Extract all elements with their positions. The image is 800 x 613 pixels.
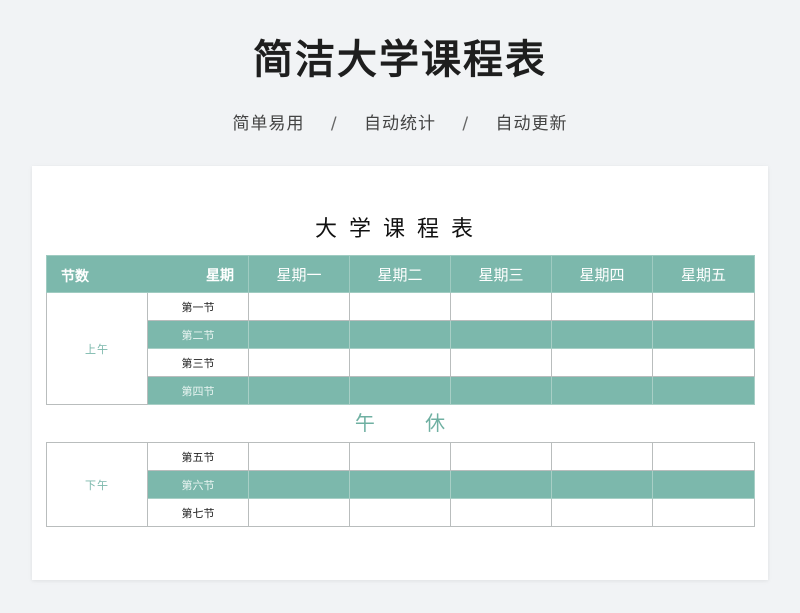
course-cell[interactable] <box>248 442 350 471</box>
course-cell[interactable] <box>551 376 653 405</box>
noon-break-char: 午 <box>354 411 375 435</box>
noon-break: 午 休 <box>32 410 768 436</box>
course-cell[interactable] <box>652 348 755 377</box>
noon-break-char: 休 <box>425 411 446 435</box>
period-label: 第二节 <box>147 320 249 349</box>
tag-separator: / <box>330 114 338 134</box>
course-cell[interactable] <box>349 292 451 321</box>
schedule-card: 大学课程表 节数 星期 星期一 星期二 星期三 星期四 星期五 上午 第一节 第… <box>32 166 768 580</box>
course-cell[interactable] <box>248 498 350 527</box>
course-cell[interactable] <box>652 470 755 499</box>
period-label: 第一节 <box>147 292 249 321</box>
corner-period-label: 节数 <box>61 269 89 285</box>
table-row: 第三节 <box>47 348 755 377</box>
morning-table: 节数 星期 星期一 星期二 星期三 星期四 星期五 上午 第一节 第二节 第三节… <box>46 255 755 405</box>
tag-easy: 简单易用 <box>232 114 305 134</box>
page-title: 简洁大学课程表 <box>253 37 547 83</box>
header-row: 节数 星期 星期一 星期二 星期三 星期四 星期五 <box>46 255 755 293</box>
corner-weekday-label: 星期 <box>206 268 234 284</box>
session-morning: 上午 <box>46 292 148 405</box>
course-cell[interactable] <box>652 498 755 527</box>
tag-auto-update: 自动更新 <box>495 114 568 134</box>
course-cell[interactable] <box>349 498 451 527</box>
course-cell[interactable] <box>450 470 552 499</box>
course-cell[interactable] <box>349 348 451 377</box>
table-row: 第六节 <box>47 470 755 499</box>
course-cell[interactable] <box>248 376 350 405</box>
table-row: 第二节 <box>47 320 755 349</box>
course-cell[interactable] <box>450 376 552 405</box>
period-label: 第三节 <box>147 348 249 377</box>
course-cell[interactable] <box>450 292 552 321</box>
day-header-fri: 星期五 <box>652 255 755 293</box>
table-row: 第四节 <box>47 376 755 405</box>
course-cell[interactable] <box>248 470 350 499</box>
period-label: 第五节 <box>147 442 249 471</box>
feature-tags: 简单易用 / 自动统计 / 自动更新 <box>0 112 800 136</box>
table-row: 第七节 <box>47 498 755 527</box>
course-cell[interactable] <box>248 320 350 349</box>
course-cell[interactable] <box>551 292 653 321</box>
course-cell[interactable] <box>349 442 451 471</box>
course-cell[interactable] <box>652 292 755 321</box>
period-label: 第四节 <box>147 376 249 405</box>
course-cell[interactable] <box>551 348 653 377</box>
day-header-tue: 星期二 <box>349 255 451 293</box>
course-cell[interactable] <box>551 498 653 527</box>
course-cell[interactable] <box>248 292 350 321</box>
course-cell[interactable] <box>551 470 653 499</box>
day-header-mon: 星期一 <box>248 255 350 293</box>
tag-separator: / <box>462 114 470 134</box>
course-cell[interactable] <box>652 376 755 405</box>
sheet-title: 大学课程表 <box>314 217 485 242</box>
course-cell[interactable] <box>349 320 451 349</box>
course-cell[interactable] <box>551 442 653 471</box>
day-header-wed: 星期三 <box>450 255 552 293</box>
period-label: 第六节 <box>147 470 249 499</box>
course-cell[interactable] <box>450 348 552 377</box>
corner-cell: 节数 星期 <box>46 255 249 293</box>
day-header-thu: 星期四 <box>551 255 653 293</box>
course-cell[interactable] <box>652 320 755 349</box>
course-cell[interactable] <box>450 498 552 527</box>
course-cell[interactable] <box>652 442 755 471</box>
table-row: 上午 第一节 <box>46 292 755 405</box>
course-cell[interactable] <box>349 470 451 499</box>
course-cell[interactable] <box>551 320 653 349</box>
afternoon-table: 下午 第五节 第六节 第七节 <box>46 442 755 527</box>
course-cell[interactable] <box>450 320 552 349</box>
course-cell[interactable] <box>349 376 451 405</box>
course-cell[interactable] <box>248 348 350 377</box>
period-label: 第七节 <box>147 498 249 527</box>
course-cell[interactable] <box>450 442 552 471</box>
session-afternoon: 下午 <box>46 442 148 527</box>
tag-auto-stats: 自动统计 <box>364 114 436 134</box>
table-row: 下午 第五节 <box>46 442 755 527</box>
